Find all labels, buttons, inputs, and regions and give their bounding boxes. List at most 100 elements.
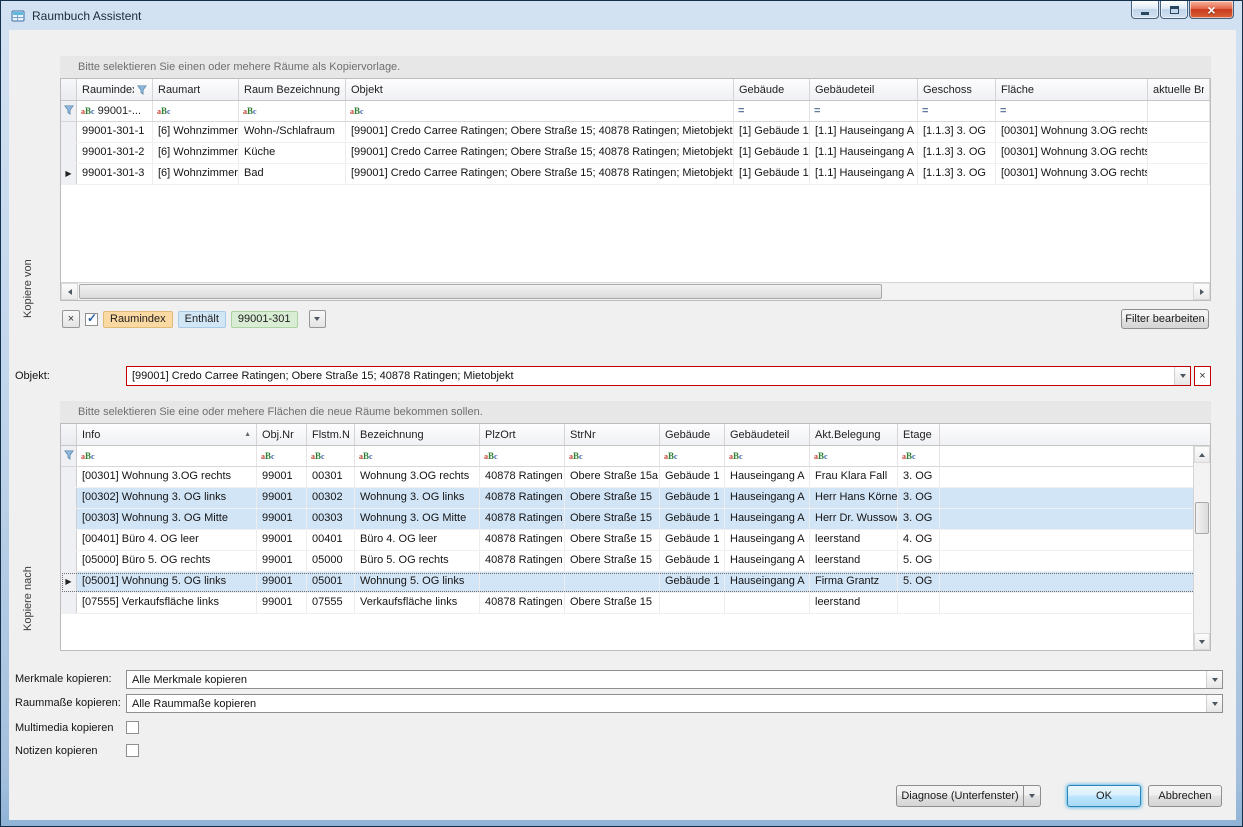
grid-cell[interactable]: 99001: [257, 509, 307, 529]
ok-button[interactable]: OK: [1067, 785, 1141, 807]
grid-cell[interactable]: Wohnung 3.OG rechts: [355, 467, 480, 487]
grid-cell[interactable]: [99001] Credo Carree Ratingen; Obere Str…: [346, 122, 734, 142]
filter-field-chip[interactable]: Raumindex: [103, 311, 173, 328]
grid-cell[interactable]: [6] Wohnzimmer: [153, 122, 239, 142]
grid-cell[interactable]: Gebäude 1: [660, 572, 725, 592]
merkmale-dropdown-button[interactable]: [1206, 671, 1222, 688]
filter-cell[interactable]: aBc: [725, 446, 810, 466]
filter-cell[interactable]: aBc: [898, 446, 940, 466]
grid-cell[interactable]: 4. OG: [898, 530, 940, 550]
column-header[interactable]: Fläche: [996, 79, 1148, 100]
grid-cell[interactable]: Hauseingang A: [725, 530, 810, 550]
grid-cell[interactable]: [1.1] Hauseingang A: [810, 164, 918, 184]
grid-cell[interactable]: [1] Gebäude 1: [734, 164, 810, 184]
filter-cell[interactable]: =: [810, 101, 918, 121]
grid-cell[interactable]: 05001: [307, 572, 355, 592]
grid-cell[interactable]: Küche: [239, 143, 346, 163]
grid-cell[interactable]: Obere Straße 15: [565, 530, 660, 550]
horizontal-scrollbar[interactable]: [61, 282, 1210, 300]
grid-cell[interactable]: Herr Dr. Wussow: [810, 509, 898, 529]
title-bar[interactable]: Raumbuch Assistent ×: [1, 1, 1242, 30]
grid-cell[interactable]: Hauseingang A: [725, 509, 810, 529]
column-header[interactable]: Raumart: [153, 79, 239, 100]
grid-cell[interactable]: 00301: [307, 467, 355, 487]
grid-cell[interactable]: [898, 593, 940, 613]
grid-cell[interactable]: 40878 Ratingen: [480, 467, 565, 487]
column-header[interactable]: Geschoss: [918, 79, 996, 100]
grid-cell[interactable]: 99001: [257, 572, 307, 592]
grid-cell[interactable]: [05001] Wohnung 5. OG links: [77, 572, 257, 592]
grid-cell[interactable]: [1.1] Hauseingang A: [810, 122, 918, 142]
column-header[interactable]: Etage: [898, 424, 940, 445]
table-row[interactable]: [07555] Verkaufsfläche links9900107555Ve…: [61, 593, 1210, 614]
horizontal-scroll-thumb[interactable]: [79, 284, 882, 299]
filter-cell[interactable]: aBc: [77, 446, 257, 466]
table-row[interactable]: ▶99001-301-3[6] WohnzimmerBad[99001] Cre…: [61, 164, 1210, 185]
grid-cell[interactable]: 5. OG: [898, 572, 940, 592]
grid-cell[interactable]: Obere Straße 15a: [565, 467, 660, 487]
grid-cell[interactable]: [00303] Wohnung 3. OG Mitte: [77, 509, 257, 529]
column-header[interactable]: aktuelle Bru: [1148, 79, 1210, 100]
diagnose-button[interactable]: Diagnose (Unterfenster): [896, 785, 1024, 807]
filter-cell[interactable]: aBc: [660, 446, 725, 466]
filter-cell[interactable]: aBc: [346, 101, 734, 121]
grid-cell[interactable]: [00301] Wohnung 3.OG rechts: [996, 122, 1148, 142]
grid-cell[interactable]: Obere Straße 15: [565, 488, 660, 508]
grid-cell[interactable]: [99001] Credo Carree Ratingen; Obere Str…: [346, 143, 734, 163]
table-row[interactable]: [00302] Wohnung 3. OG links9900100302Woh…: [61, 488, 1210, 509]
grid-cell[interactable]: Wohnung 5. OG links: [355, 572, 480, 592]
grid-cell[interactable]: 99001: [257, 530, 307, 550]
grid-cell[interactable]: 99001-301-3: [77, 164, 153, 184]
vertical-scrollbar[interactable]: [1193, 446, 1210, 650]
table-row[interactable]: [05000] Büro 5. OG rechts9900105000Büro …: [61, 551, 1210, 572]
grid-cell[interactable]: [1.1.3] 3. OG: [918, 122, 996, 142]
grid-cell[interactable]: 99001-301-2: [77, 143, 153, 163]
grid-cell[interactable]: [565, 572, 660, 592]
grid-cell[interactable]: Wohnung 3. OG Mitte: [355, 509, 480, 529]
filter-operator-chip[interactable]: Enthält: [178, 311, 226, 328]
column-header[interactable]: Gebäudeteil: [810, 79, 918, 100]
raummasse-dropdown-button[interactable]: [1206, 695, 1222, 712]
filter-cell[interactable]: aBc: [355, 446, 480, 466]
grid-cell[interactable]: 07555: [307, 593, 355, 613]
grid-cell[interactable]: 99001: [257, 488, 307, 508]
table-row[interactable]: [00303] Wohnung 3. OG Mitte9900100303Woh…: [61, 509, 1210, 530]
filter-cell[interactable]: aBc: [565, 446, 660, 466]
grid-cell[interactable]: Gebäude 1: [660, 488, 725, 508]
grid-cell[interactable]: 3. OG: [898, 467, 940, 487]
filter-active-checkbox[interactable]: [85, 313, 98, 326]
filter-cell[interactable]: [1148, 101, 1210, 121]
grid-cell[interactable]: [6] Wohnzimmer: [153, 164, 239, 184]
grid-cell[interactable]: Frau Klara Fall: [810, 467, 898, 487]
filter-dropdown-button[interactable]: [309, 310, 326, 328]
grid-cell[interactable]: Gebäude 1: [660, 509, 725, 529]
grid-cell[interactable]: [00302] Wohnung 3. OG links: [77, 488, 257, 508]
multimedia-kopieren-checkbox[interactable]: [126, 721, 139, 734]
grid-cell[interactable]: Büro 5. OG rechts: [355, 551, 480, 571]
grid-cell[interactable]: 3. OG: [898, 509, 940, 529]
cancel-button[interactable]: Abbrechen: [1148, 785, 1222, 807]
filter-cell[interactable]: aBc: [480, 446, 565, 466]
grid-cell[interactable]: [660, 593, 725, 613]
grid-cell[interactable]: 40878 Ratingen: [480, 530, 565, 550]
grid-cell[interactable]: leerstand: [810, 593, 898, 613]
grid-cell[interactable]: Obere Straße 15: [565, 593, 660, 613]
column-header[interactable]: Bezeichnung: [355, 424, 480, 445]
filter-cell[interactable]: aBc: [239, 101, 346, 121]
grid-cell[interactable]: [1.1.3] 3. OG: [918, 143, 996, 163]
filter-cell[interactable]: =: [996, 101, 1148, 121]
grid-cell[interactable]: [00301] Wohnung 3.OG rechts: [996, 164, 1148, 184]
scroll-up-button[interactable]: [1194, 446, 1210, 463]
grid-cell[interactable]: [1] Gebäude 1: [734, 122, 810, 142]
minimize-button[interactable]: [1131, 1, 1159, 19]
grid-cell[interactable]: [00301] Wohnung 3.OG rechts: [996, 143, 1148, 163]
grid-cell[interactable]: Hauseingang A: [725, 488, 810, 508]
grid-cell[interactable]: 00302: [307, 488, 355, 508]
grid-cell[interactable]: [05000] Büro 5. OG rechts: [77, 551, 257, 571]
filter-remove-button[interactable]: ×: [62, 310, 80, 328]
grid-cell[interactable]: Wohn-/Schlafraum: [239, 122, 346, 142]
column-header[interactable]: Gebäude: [660, 424, 725, 445]
grid-cell[interactable]: [00301] Wohnung 3.OG rechts: [77, 467, 257, 487]
column-header[interactable]: Gebäudeteil: [725, 424, 810, 445]
grid-cell[interactable]: [1148, 164, 1210, 184]
